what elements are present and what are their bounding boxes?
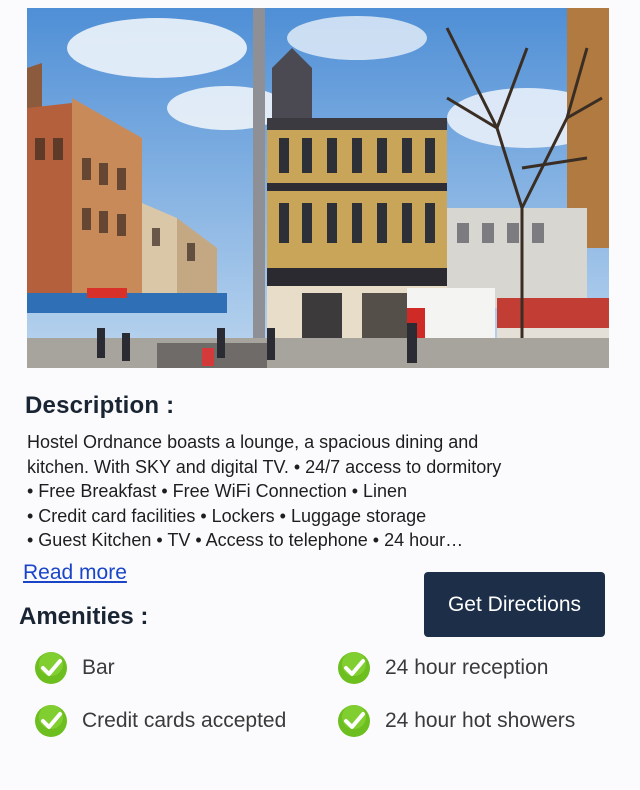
- check-icon: [338, 652, 370, 684]
- description-line: kitchen. With SKY and digital TV. • 24/7…: [27, 456, 502, 477]
- amenity-label: Credit cards accepted: [82, 709, 287, 732]
- amenity-item: Credit cards accepted: [34, 701, 286, 741]
- description-line: Hostel Ordnance boasts a lounge, a spaci…: [27, 432, 479, 452]
- check-icon: [35, 705, 67, 737]
- description-heading: Description :: [25, 392, 175, 419]
- amenity-item: 24 hour hot showers: [337, 701, 575, 741]
- amenity-item: Bar: [34, 648, 115, 688]
- check-icon: [338, 705, 370, 737]
- hostel-photo: [27, 8, 609, 368]
- description-line: • Guest Kitchen • TV • Access to telepho…: [27, 530, 464, 551]
- amenities-heading: Amenities :: [19, 603, 149, 630]
- check-icon: [35, 652, 67, 684]
- get-directions-button[interactable]: Get Directions: [424, 572, 605, 637]
- read-more-link[interactable]: Read more: [23, 561, 127, 585]
- amenity-item: 24 hour reception: [337, 648, 548, 688]
- description-line: • Credit card facilities • Lockers • Lug…: [27, 505, 427, 526]
- amenity-label: 24 hour reception: [385, 656, 549, 679]
- description-line: • Free Breakfast • Free WiFi Connection …: [27, 481, 408, 502]
- amenity-label: 24 hour hot showers: [385, 709, 576, 732]
- amenity-label: Bar: [82, 656, 115, 679]
- description-text: Hostel Ordnance boasts a lounge, a spaci…: [27, 430, 587, 553]
